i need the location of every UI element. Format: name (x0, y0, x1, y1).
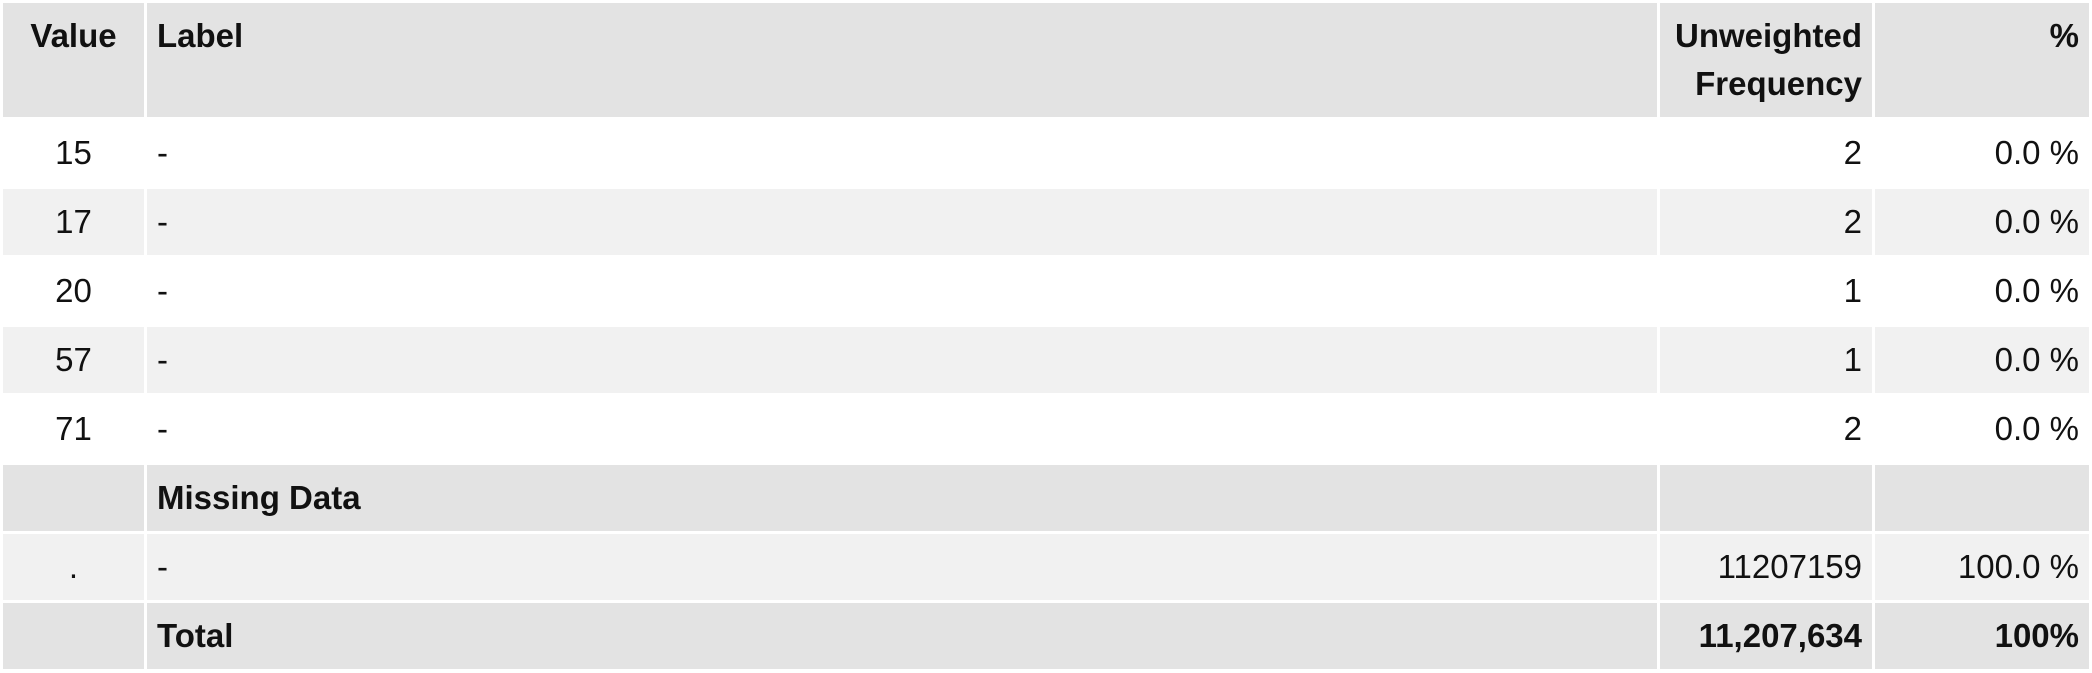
total-percent: 100% (1875, 603, 2089, 669)
table-row: 17 - 2 0.0 % (3, 189, 2089, 255)
table-row: 71 - 2 0.0 % (3, 396, 2089, 462)
cell-label: - (147, 327, 1657, 393)
cell-label: - (147, 258, 1657, 324)
cell-value: 71 (3, 396, 144, 462)
cell-label: - (147, 120, 1657, 186)
cell-value: 17 (3, 189, 144, 255)
cell-frequency: 11207159 (1660, 534, 1872, 600)
frequency-table: Value Label Unweighted Frequency % 15 - 2… (0, 0, 2092, 672)
cell-value: 57 (3, 327, 144, 393)
section-empty-cell (1875, 465, 2089, 531)
cell-frequency: 1 (1660, 258, 1872, 324)
cell-frequency: 2 (1660, 189, 1872, 255)
table-row: 15 - 2 0.0 % (3, 120, 2089, 186)
cell-label: - (147, 396, 1657, 462)
total-empty-cell (3, 603, 144, 669)
missing-data-section-row: Missing Data (3, 465, 2089, 531)
missing-data-title: Missing Data (147, 465, 1657, 531)
cell-label: - (147, 534, 1657, 600)
total-frequency: 11,207,634 (1660, 603, 1872, 669)
section-empty-cell (1660, 465, 1872, 531)
total-label: Total (147, 603, 1657, 669)
table-row: 20 - 1 0.0 % (3, 258, 2089, 324)
cell-label: - (147, 189, 1657, 255)
cell-percent: 0.0 % (1875, 396, 2089, 462)
cell-frequency: 1 (1660, 327, 1872, 393)
cell-percent: 0.0 % (1875, 327, 2089, 393)
cell-value: 15 (3, 120, 144, 186)
cell-frequency: 2 (1660, 396, 1872, 462)
table-row: 57 - 1 0.0 % (3, 327, 2089, 393)
total-row: Total 11,207,634 100% (3, 603, 2089, 669)
header-percent[interactable]: % (1875, 3, 2089, 117)
cell-frequency: 2 (1660, 120, 1872, 186)
section-empty-cell (3, 465, 144, 531)
cell-percent: 100.0 % (1875, 534, 2089, 600)
cell-percent: 0.0 % (1875, 120, 2089, 186)
header-row: Value Label Unweighted Frequency % (3, 3, 2089, 117)
missing-data-row: . - 11207159 100.0 % (3, 534, 2089, 600)
cell-value: . (3, 534, 144, 600)
header-freq-line2: Frequency (1695, 65, 1862, 102)
header-label[interactable]: Label (147, 3, 1657, 117)
cell-percent: 0.0 % (1875, 258, 2089, 324)
cell-percent: 0.0 % (1875, 189, 2089, 255)
header-unweighted-frequency[interactable]: Unweighted Frequency (1660, 3, 1872, 117)
cell-value: 20 (3, 258, 144, 324)
header-freq-line1: Unweighted (1675, 17, 1862, 54)
header-value[interactable]: Value (3, 3, 144, 117)
